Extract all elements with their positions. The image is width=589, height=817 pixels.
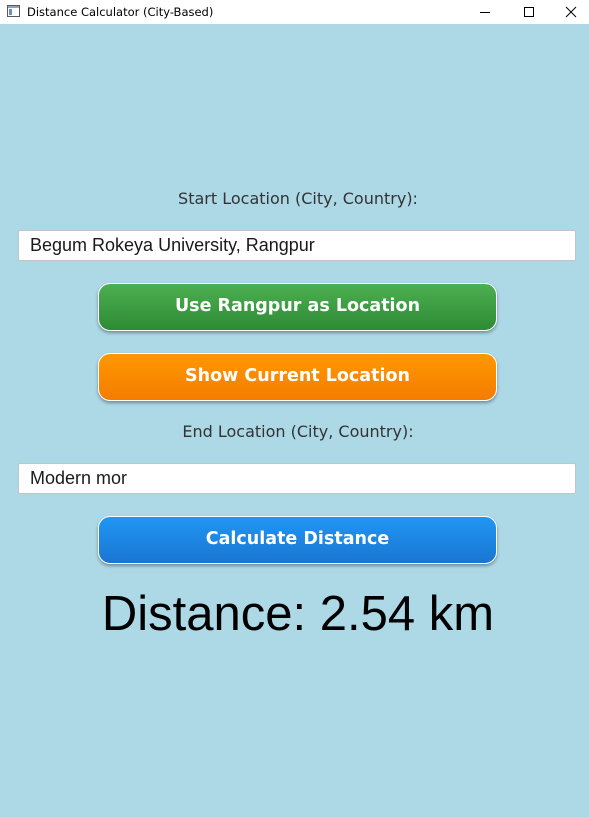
maximize-button[interactable] [506,0,552,24]
window-titlebar: Distance Calculator (City-Based) [0,0,589,24]
close-icon [565,6,576,18]
calculate-distance-button[interactable]: Calculate Distance [98,516,497,564]
distance-result: Distance: 2.54 km [101,587,495,641]
window-title: Distance Calculator (City-Based) [27,5,214,19]
end-location-label: End Location (City, Country): [182,422,414,441]
use-rangpur-button[interactable]: Use Rangpur as Location [98,283,497,331]
show-current-location-button[interactable]: Show Current Location [98,353,497,401]
minimize-icon [480,12,490,13]
start-location-input[interactable] [18,230,576,261]
end-location-input[interactable] [18,463,576,494]
maximize-icon [524,7,534,17]
minimize-button[interactable] [462,0,508,24]
start-location-label: Start Location (City, Country): [178,189,418,208]
close-button[interactable] [552,0,589,24]
app-window-icon [7,5,20,17]
